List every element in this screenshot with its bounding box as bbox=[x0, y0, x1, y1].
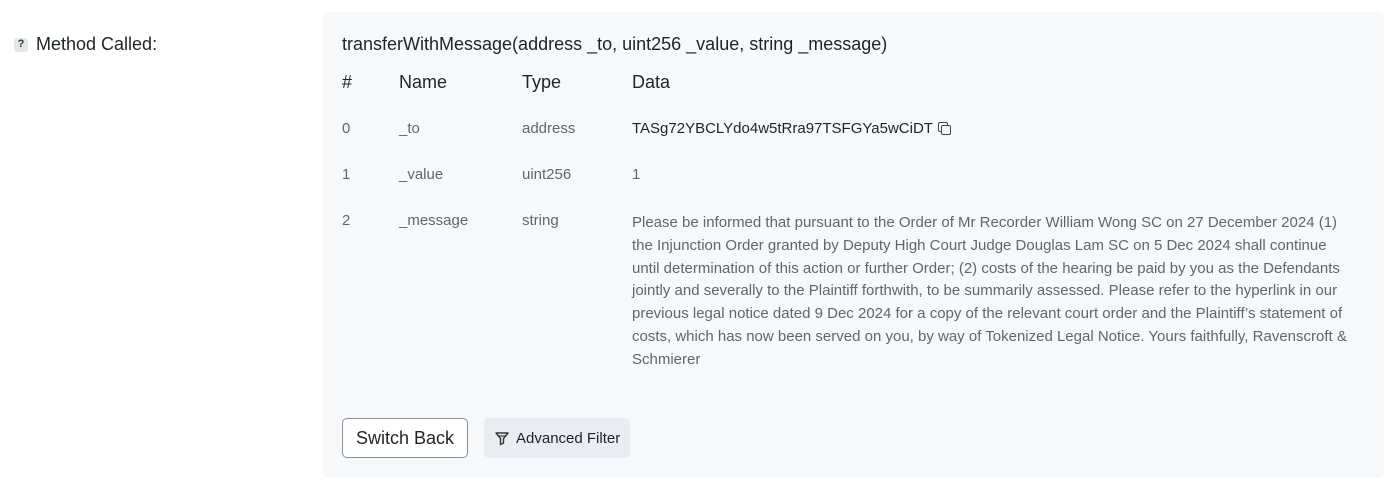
row-0-name: _to bbox=[399, 120, 420, 137]
advanced-filter-label: Advanced Filter bbox=[516, 429, 621, 447]
row-2-name: _message bbox=[399, 212, 469, 229]
address-value-group: TASg72YBCLYdo4w5tRra97TSFGYa5wCiDT bbox=[632, 120, 951, 137]
row-1-type: uint256 bbox=[522, 166, 572, 183]
method-called-row: ? Method Called: transferWithMessage(add… bbox=[0, 0, 1400, 484]
row-0-index: 0 bbox=[342, 120, 351, 137]
method-panel: transferWithMessage(address _to, uint256… bbox=[322, 12, 1384, 478]
address-value[interactable]: TASg72YBCLYdo4w5tRra97TSFGYa5wCiDT bbox=[632, 120, 933, 137]
row-0-type: address bbox=[522, 120, 576, 137]
method-called-text: Method Called: bbox=[36, 34, 158, 54]
method-called-label: ? Method Called: bbox=[14, 34, 157, 55]
row-2-data: Please be informed that pursuant to the … bbox=[632, 214, 1347, 368]
row-1-name: _value bbox=[399, 166, 444, 183]
row-1-index: 1 bbox=[342, 166, 351, 183]
row-0-data: TASg72YBCLYdo4w5tRra97TSFGYa5wCiDT bbox=[632, 120, 951, 137]
row-2-type: string bbox=[522, 212, 559, 229]
row-1-data: 1 bbox=[632, 166, 641, 183]
help-icon[interactable]: ? bbox=[14, 37, 28, 52]
advanced-filter-button[interactable]: Advanced Filter bbox=[484, 418, 631, 458]
method-signature: transferWithMessage(address _to, uint256… bbox=[342, 34, 888, 54]
column-header-index: # bbox=[342, 72, 353, 92]
column-header-name: Name bbox=[399, 72, 448, 92]
copy-icon[interactable] bbox=[937, 122, 951, 135]
column-header-data: Data bbox=[632, 72, 671, 92]
column-header-type: Type bbox=[522, 72, 562, 92]
row-2-index: 2 bbox=[342, 212, 351, 229]
switch-back-button[interactable]: Switch Back bbox=[342, 418, 469, 458]
filter-icon bbox=[494, 430, 510, 446]
